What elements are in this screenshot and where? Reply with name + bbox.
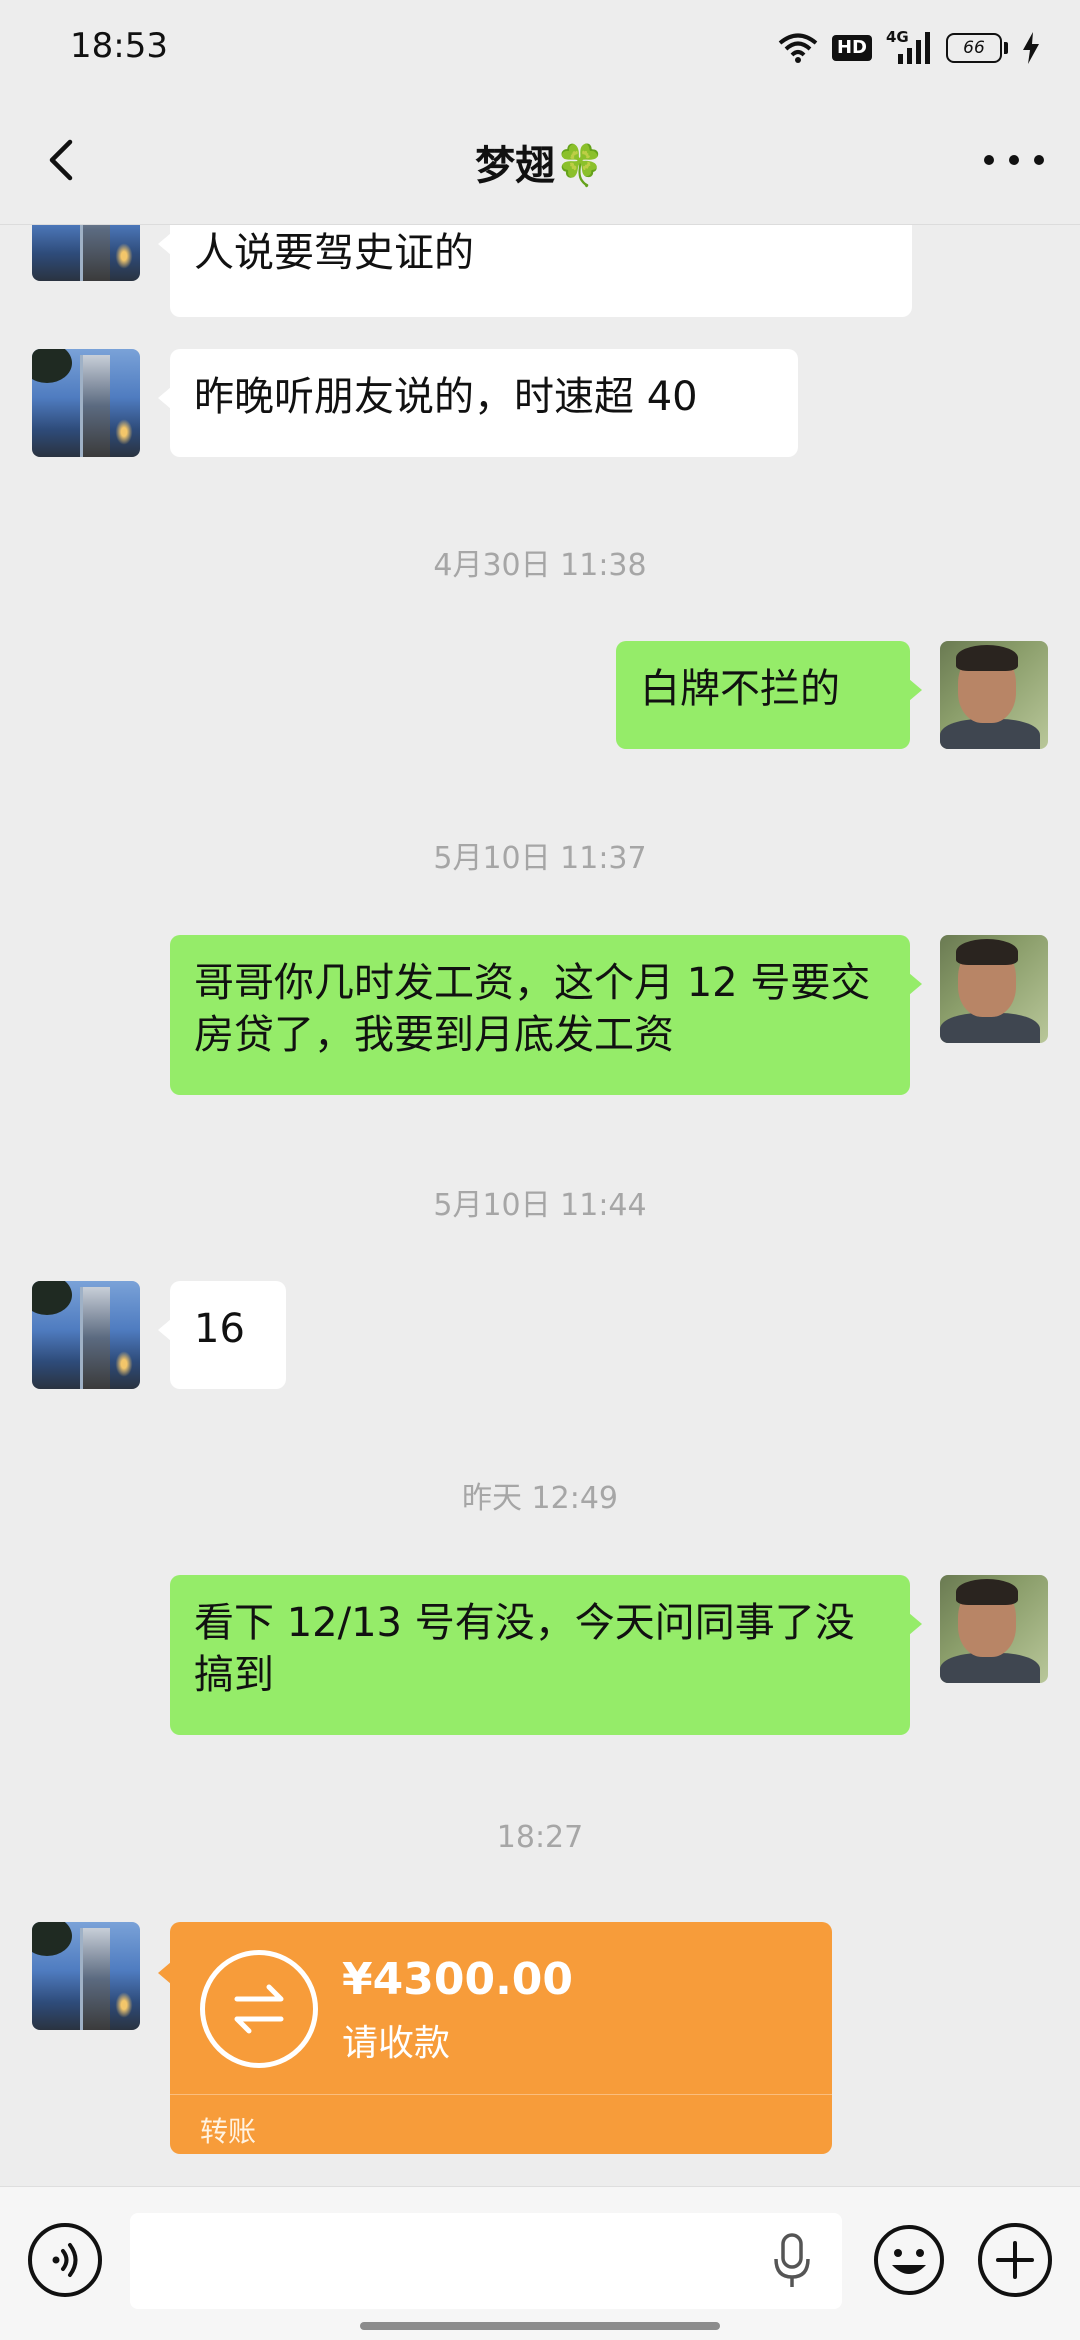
message-bubble-sent[interactable]: 看下 12/13 号有没，今天问同事了没搞到 bbox=[170, 1575, 922, 1735]
plus-icon[interactable] bbox=[978, 2223, 1052, 2297]
message-text: 16 bbox=[194, 1306, 245, 1352]
user-avatar[interactable] bbox=[940, 641, 1048, 749]
chat-title: 梦翅🍀 bbox=[0, 133, 1080, 191]
message-timestamp: 5月10日 11:44 bbox=[433, 1188, 647, 1223]
message-input[interactable] bbox=[130, 2213, 842, 2309]
contact-avatar[interactable] bbox=[32, 225, 140, 281]
message-text: 白牌不拦的 bbox=[640, 666, 840, 712]
contact-avatar[interactable] bbox=[32, 1922, 140, 2030]
home-indicator[interactable] bbox=[360, 2322, 720, 2330]
transfer-divider bbox=[170, 2094, 832, 2095]
mic-icon[interactable] bbox=[770, 2231, 814, 2291]
message-timestamp: 5月10日 11:37 bbox=[433, 841, 647, 876]
hd-badge: HD bbox=[831, 35, 872, 61]
message-timestamp: 18:27 bbox=[496, 1820, 584, 1855]
user-avatar[interactable] bbox=[940, 935, 1048, 1043]
status-time: 18:53 bbox=[70, 26, 168, 66]
message-timestamp: 昨天 12:49 bbox=[462, 1481, 618, 1516]
contact-name: 梦翅 bbox=[475, 143, 556, 189]
input-bar bbox=[0, 2186, 1080, 2340]
transfer-amount: ¥4300.00 bbox=[342, 1954, 574, 2005]
transfer-status: 请收款 bbox=[342, 2023, 451, 2064]
status-bar: 18:53 HD 4G 66 bbox=[0, 0, 1080, 95]
message-text: 人说要驾史证的 bbox=[194, 230, 474, 276]
message-list[interactable]: 人说要驾史证的 昨晚听朋友说的，时速超 40 4月30日 11:38 白牌不拦的… bbox=[0, 225, 1080, 2185]
contact-avatar[interactable] bbox=[32, 349, 140, 457]
voice-icon[interactable] bbox=[28, 2223, 102, 2297]
user-avatar[interactable] bbox=[940, 1575, 1048, 1683]
transfer-arrows-icon bbox=[200, 1950, 318, 2068]
transfer-card[interactable]: ¥4300.00 请收款 转账 bbox=[158, 1922, 832, 2154]
message-text: 哥哥你几时发工资，这个月 12 号要交房贷了，我要到月底发工资 bbox=[194, 960, 871, 1058]
message-bubble-sent[interactable]: 哥哥你几时发工资，这个月 12 号要交房贷了，我要到月底发工资 bbox=[170, 935, 922, 1095]
chat-header: 梦翅🍀 bbox=[0, 95, 1080, 225]
transfer-label: 转账 bbox=[200, 2115, 257, 2148]
status-icons: HD 4G 66 bbox=[778, 28, 1040, 68]
emoji-icon[interactable] bbox=[872, 2223, 946, 2297]
message-bubble-sent[interactable]: 白牌不拦的 bbox=[616, 641, 922, 749]
signal-icon: 4G bbox=[886, 28, 932, 66]
charging-icon bbox=[1023, 32, 1039, 64]
clover-emoji: 🍀 bbox=[555, 143, 605, 189]
message-text: 昨晚听朋友说的，时速超 40 bbox=[194, 374, 698, 420]
contact-avatar[interactable] bbox=[32, 1281, 140, 1389]
battery-level: 66 bbox=[946, 33, 1002, 63]
more-dots-icon[interactable] bbox=[984, 145, 1044, 175]
battery-icon: 66 bbox=[946, 33, 1008, 63]
message-bubble-received[interactable]: 人说要驾史证的 bbox=[158, 225, 912, 317]
message-timestamp: 4月30日 11:38 bbox=[433, 548, 647, 583]
message-text: 看下 12/13 号有没，今天问同事了没搞到 bbox=[194, 1600, 855, 1698]
wifi-icon bbox=[778, 33, 818, 63]
message-bubble-received[interactable]: 昨晚听朋友说的，时速超 40 bbox=[158, 349, 798, 457]
message-bubble-received[interactable]: 16 bbox=[158, 1281, 286, 1389]
